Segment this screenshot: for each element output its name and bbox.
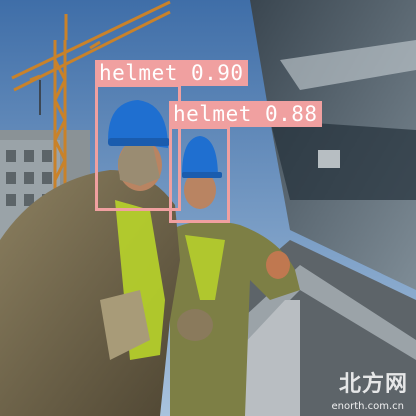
watermark-url: enorth.com.cn xyxy=(331,401,404,412)
detection-label-helmet-1: helmet 0.90 xyxy=(95,60,248,86)
worker-right-hand xyxy=(266,251,290,279)
detection-box-helmet-2 xyxy=(169,126,230,223)
photo-frame: helmet 0.90 helmet 0.88 北方网 enorth.com.c… xyxy=(0,0,416,416)
worker-left-glove xyxy=(177,309,213,341)
detection-label-helmet-2: helmet 0.88 xyxy=(169,101,322,127)
watermark-logo: 北方网 xyxy=(338,371,408,397)
